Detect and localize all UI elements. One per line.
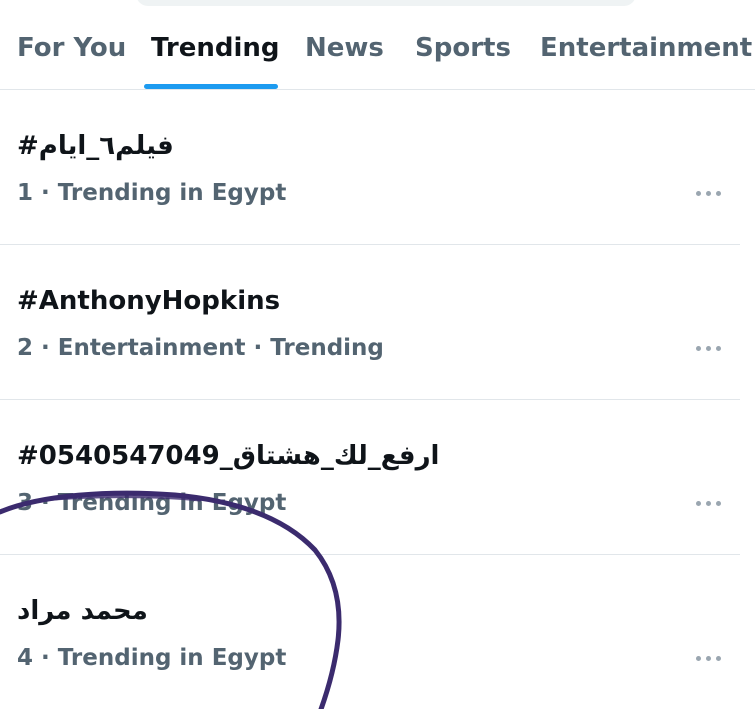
explore-page: For You Trending News Sports Entertainme… xyxy=(0,0,755,709)
tab-for-you[interactable]: For You xyxy=(17,30,126,66)
trend-meta: 1 · Trending in Egypt xyxy=(17,180,287,206)
more-horizontal-icon[interactable] xyxy=(694,497,724,509)
trend-item-1[interactable]: #فيلم٦_ايام 1 · Trending in Egypt xyxy=(0,91,740,245)
trend-item-2[interactable]: #AnthonyHopkins 2 · Entertainment · Tren… xyxy=(0,246,740,400)
trend-meta: 4 · Trending in Egypt xyxy=(17,645,287,671)
active-tab-indicator xyxy=(144,84,278,89)
trend-title: محمد مراد xyxy=(17,596,148,626)
more-horizontal-icon[interactable] xyxy=(694,342,724,354)
tab-sports[interactable]: Sports xyxy=(415,30,511,66)
trend-title: #AnthonyHopkins xyxy=(17,286,281,316)
tab-entertainment[interactable]: Entertainment xyxy=(540,30,752,66)
tab-trending[interactable]: Trending xyxy=(151,30,280,66)
trend-item-4[interactable]: محمد مراد 4 · Trending in Egypt xyxy=(0,556,740,709)
trend-title: #فيلم٦_ايام xyxy=(17,131,174,161)
trend-title: #ارفع_لك_هشتاق_0540547049 xyxy=(17,441,440,471)
explore-tabs: For You Trending News Sports Entertainme… xyxy=(0,0,755,90)
tab-news[interactable]: News xyxy=(305,30,384,66)
trend-meta: 3 · Trending in Egypt xyxy=(17,490,287,516)
more-horizontal-icon[interactable] xyxy=(694,187,724,199)
more-horizontal-icon[interactable] xyxy=(694,652,724,664)
trend-meta: 2 · Entertainment · Trending xyxy=(17,335,384,361)
trend-item-3[interactable]: #ارفع_لك_هشتاق_0540547049 3 · Trending i… xyxy=(0,401,740,555)
